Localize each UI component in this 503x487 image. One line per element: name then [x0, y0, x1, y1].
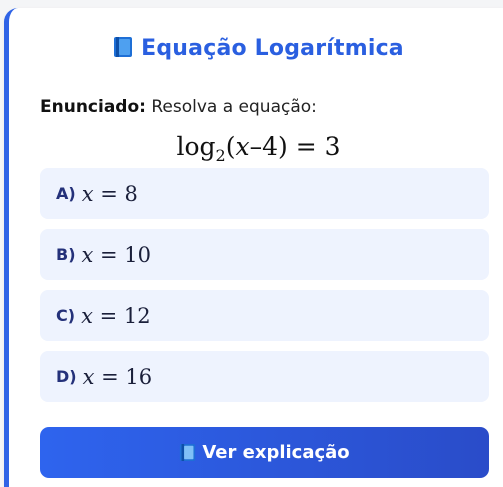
book-icon — [114, 37, 133, 57]
view-explanation-button[interactable]: Ver explicação — [40, 427, 489, 478]
option-b[interactable]: B) x = 10 — [40, 229, 489, 280]
equation-base: 2 — [215, 146, 226, 165]
option-letter: D) — [56, 367, 77, 386]
option-rhs: = 8 — [93, 181, 138, 206]
option-rhs: = 10 — [93, 242, 152, 267]
question-card: Equação Logarítmica Enunciado: Resolva a… — [4, 8, 503, 487]
title-text: Equação Logarítmica — [141, 36, 404, 61]
option-var: x — [82, 364, 95, 389]
button-label: Ver explicação — [202, 442, 350, 463]
option-d[interactable]: D) x = 16 — [40, 351, 489, 402]
option-rhs: = 12 — [92, 303, 151, 328]
option-expression: x = 10 — [82, 243, 152, 267]
statement-label: Enunciado: — [40, 97, 146, 117]
option-letter: B) — [56, 245, 76, 264]
option-letter: C) — [56, 306, 76, 325]
option-a[interactable]: A) x = 8 — [40, 168, 489, 219]
equation-close: ) — [278, 132, 288, 161]
equation-minus: –4 — [249, 132, 278, 161]
option-var: x — [81, 181, 94, 206]
option-expression: x = 8 — [82, 182, 138, 206]
option-var: x — [81, 242, 94, 267]
option-c[interactable]: C) x = 12 — [40, 290, 489, 341]
book-icon — [180, 444, 196, 461]
statement-text: Resolva a equação: — [151, 97, 317, 117]
equation-var: x — [235, 132, 250, 161]
option-expression: x = 16 — [83, 365, 153, 389]
equation-func: log — [176, 132, 216, 161]
card-title: Equação Logarítmica — [9, 36, 503, 61]
option-expression: x = 12 — [81, 304, 151, 328]
option-letter: A) — [56, 184, 76, 203]
equation-rhs: = 3 — [287, 132, 341, 161]
option-var: x — [81, 303, 93, 328]
equation: log2(x–4) = 3 — [9, 132, 503, 165]
statement: Enunciado: Resolva a equação: — [40, 97, 317, 117]
option-rhs: = 16 — [94, 364, 153, 389]
